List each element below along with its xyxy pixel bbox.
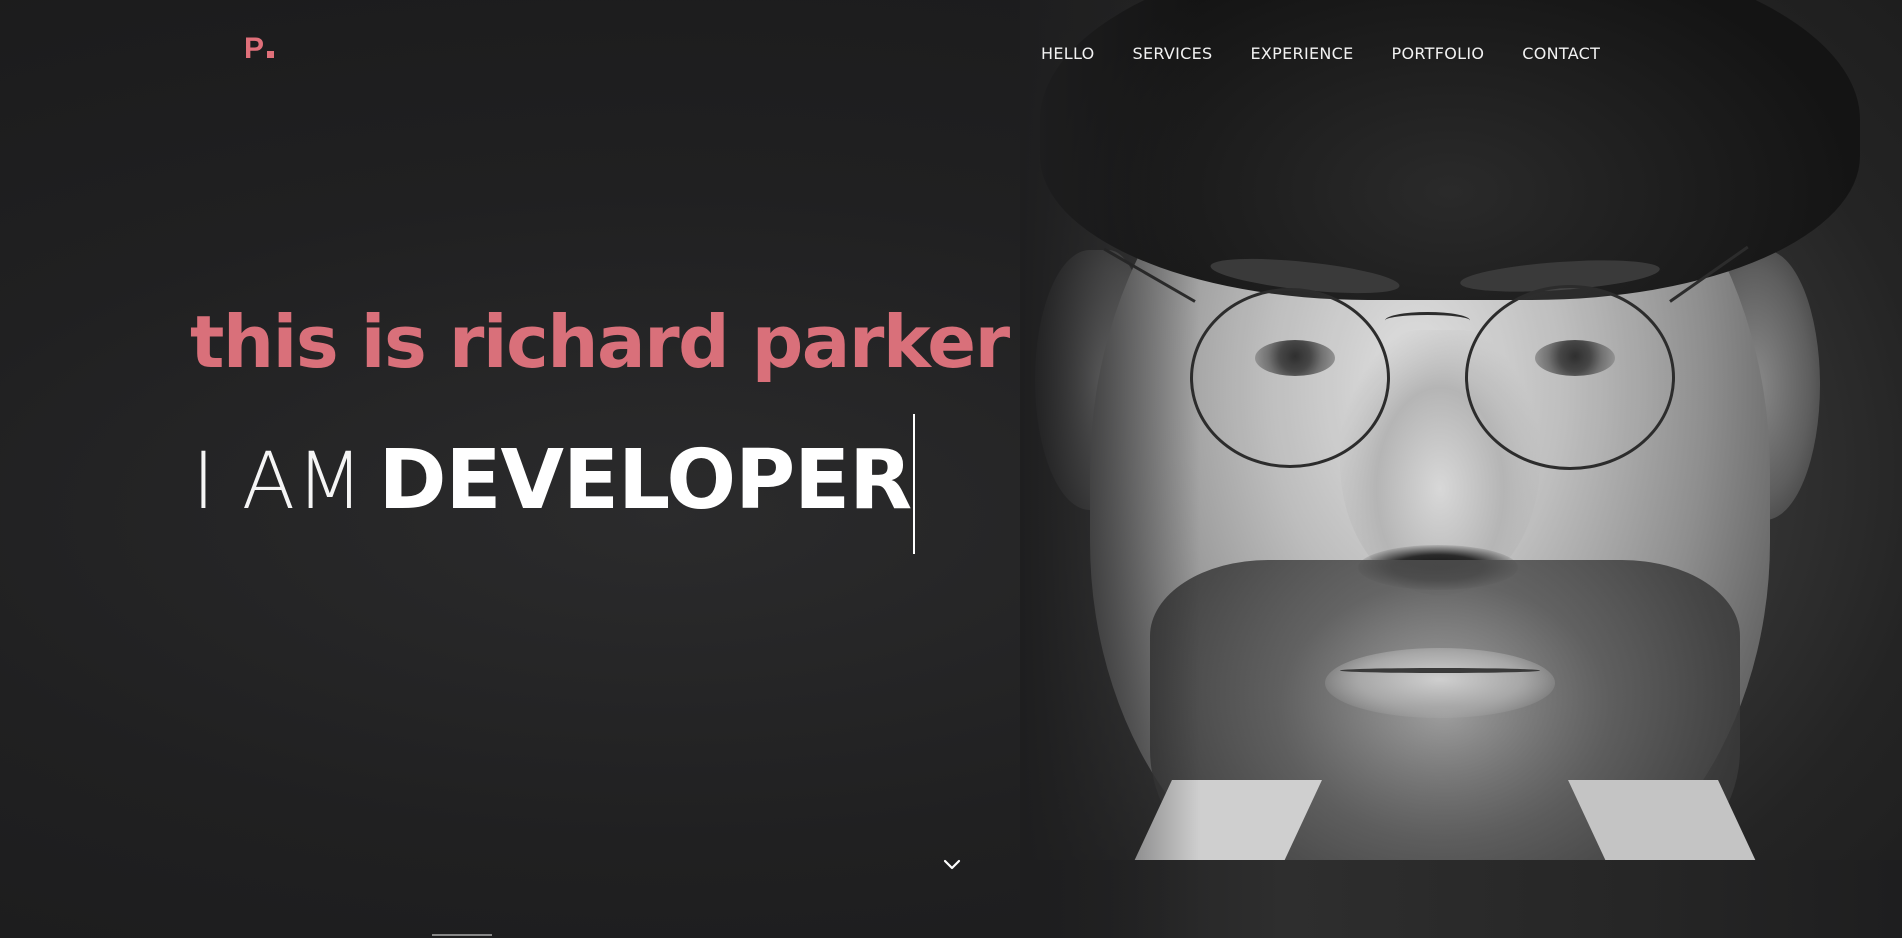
nav-item-portfolio[interactable]: PORTFOLIO <box>1392 44 1485 63</box>
portrait-lips <box>1325 648 1555 718</box>
logo-letter: P <box>244 32 265 65</box>
chevron-down-icon <box>943 859 961 870</box>
hero-subline: I AM DEVELOPER <box>192 440 912 522</box>
hero-headline: this is richard parker <box>190 300 1010 384</box>
portrait-shade <box>1020 0 1200 938</box>
nav-item-experience[interactable]: EXPERIENCE <box>1251 44 1354 63</box>
portrait-photo <box>1020 0 1902 938</box>
main-nav: HELLO SERVICES EXPERIENCE PORTFOLIO CONT… <box>1041 44 1600 63</box>
glasses-lens-right <box>1465 285 1675 470</box>
typing-cursor <box>913 414 915 554</box>
portrait-mouth <box>1340 668 1540 673</box>
hero-prefix: I AM <box>192 437 365 527</box>
logo-dot <box>267 51 275 58</box>
logo-link[interactable]: P <box>244 32 275 65</box>
nav-item-contact[interactable]: CONTACT <box>1522 44 1600 63</box>
hero-role: DEVELOPER <box>378 433 912 528</box>
nav-item-services[interactable]: SERVICES <box>1133 44 1213 63</box>
bottom-divider <box>432 934 492 936</box>
glasses-bridge <box>1385 312 1470 329</box>
hero-section: P HELLO SERVICES EXPERIENCE PORTFOLIO CO… <box>0 0 1902 938</box>
scroll-down-button[interactable] <box>940 852 964 876</box>
glasses-lens-left <box>1190 288 1390 468</box>
nav-item-hello[interactable]: HELLO <box>1041 44 1095 63</box>
